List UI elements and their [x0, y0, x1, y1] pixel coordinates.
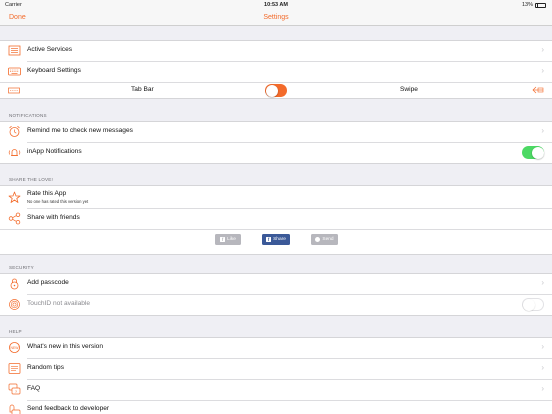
- messenger-send-button[interactable]: Send: [311, 234, 338, 245]
- status-bar: Carrier 10:53 AM 13%: [0, 0, 552, 10]
- random-tips-label: Random tips: [27, 364, 65, 371]
- tab-bar-swipe-row: Tab Bar Swipe: [0, 82, 552, 99]
- random-tips-row[interactable]: Random tips ›: [0, 358, 552, 379]
- add-passcode-label: Add passcode: [27, 279, 69, 286]
- facebook-icon: f: [220, 237, 226, 242]
- remind-row[interactable]: Remind me to check new messages ›: [0, 121, 552, 142]
- touchid-toggle: [522, 298, 544, 311]
- share-friends-row[interactable]: Share with friends: [0, 208, 552, 229]
- chevron-right-icon: ›: [541, 66, 544, 75]
- whats-new-row[interactable]: NEW What's new in this version ›: [0, 337, 552, 358]
- toggle-knob: [523, 299, 535, 311]
- send-feedback-row[interactable]: Send feedback to developer: [0, 400, 552, 414]
- new-badge-icon: NEW: [9, 342, 20, 353]
- swipe-label: Swipe: [400, 86, 418, 93]
- section-header-help: HELP: [9, 329, 22, 334]
- send-label: Send: [322, 237, 334, 242]
- like-label: Like: [227, 237, 236, 242]
- battery-percent: 13%: [521, 2, 533, 8]
- faq-label: FAQ: [27, 385, 41, 392]
- share-friends-label: Share with friends: [27, 214, 80, 221]
- chevron-right-icon: ›: [541, 126, 544, 135]
- bell-ringing-icon: [8, 149, 21, 156]
- inapp-notifications-row: inApp Notifications: [0, 142, 552, 163]
- section-header-notifications: NOTIFICATIONS: [9, 113, 47, 118]
- touchid-label: TouchID not available: [27, 300, 91, 307]
- rate-app-row[interactable]: Rate this App No one has rated this vers…: [0, 187, 552, 208]
- divider: [0, 228, 552, 229]
- keyboard-icon: [8, 67, 21, 76]
- section-header-security: SECURITY: [9, 265, 34, 270]
- active-services-label: Active Services: [27, 46, 73, 53]
- send-feedback-label: Send feedback to developer: [27, 405, 110, 412]
- star-icon: [8, 191, 21, 203]
- active-services-row[interactable]: Active Services ›: [0, 40, 552, 61]
- tab-bar-swipe-toggle[interactable]: [265, 84, 287, 97]
- chevron-right-icon: ›: [541, 278, 544, 287]
- clock: 10:53 AM: [264, 2, 288, 8]
- svg-text:NEW: NEW: [11, 346, 20, 350]
- alarm-clock-icon: [9, 125, 20, 137]
- messenger-icon: [315, 237, 321, 242]
- share-label: Share: [273, 237, 286, 242]
- battery-icon: [535, 2, 546, 8]
- facebook-share-button[interactable]: f Share: [262, 234, 290, 245]
- tips-icon: [8, 363, 21, 374]
- rate-app-label: Rate this App: [27, 189, 67, 197]
- fingerprint-icon: [9, 299, 20, 310]
- rate-app-sublabel: No one has rated this version yet: [27, 198, 89, 204]
- toggle-knob: [265, 84, 278, 97]
- chevron-right-icon: ›: [541, 342, 544, 351]
- inapp-notifications-toggle[interactable]: [522, 146, 544, 159]
- feedback-icon: [9, 404, 21, 414]
- list-icon: [8, 45, 21, 56]
- add-passcode-row[interactable]: Add passcode ›: [0, 273, 552, 294]
- chevron-right-icon: ›: [541, 45, 544, 54]
- inapp-notifications-label: inApp Notifications: [27, 148, 82, 155]
- section-header-share: SHARE THE LOVE!: [9, 177, 54, 182]
- tab-bar-label: Tab Bar: [131, 86, 154, 93]
- whats-new-label: What's new in this version: [27, 343, 104, 350]
- chevron-right-icon: ›: [541, 384, 544, 393]
- touchid-row: TouchID not available: [0, 294, 552, 315]
- swipe-icon: [532, 86, 544, 94]
- share-nodes-icon: [8, 212, 21, 225]
- tab-bar-icon: [8, 87, 20, 94]
- toggle-knob: [531, 146, 544, 159]
- remind-label: Remind me to check new messages: [27, 127, 133, 134]
- keyboard-settings-row[interactable]: Keyboard Settings ›: [0, 61, 552, 82]
- faq-bubble-icon: ?: [8, 383, 21, 395]
- chevron-right-icon: ›: [541, 363, 544, 372]
- faq-row[interactable]: ? FAQ ›: [0, 379, 552, 400]
- facebook-icon: f: [266, 237, 272, 242]
- battery-indicator: 13%: [522, 2, 546, 8]
- keyboard-settings-label: Keyboard Settings: [27, 67, 81, 74]
- lock-icon: [10, 278, 19, 290]
- page-title: Settings: [263, 14, 289, 21]
- facebook-like-button[interactable]: f Like: [215, 234, 241, 245]
- navigation-bar: Done Settings: [0, 10, 552, 26]
